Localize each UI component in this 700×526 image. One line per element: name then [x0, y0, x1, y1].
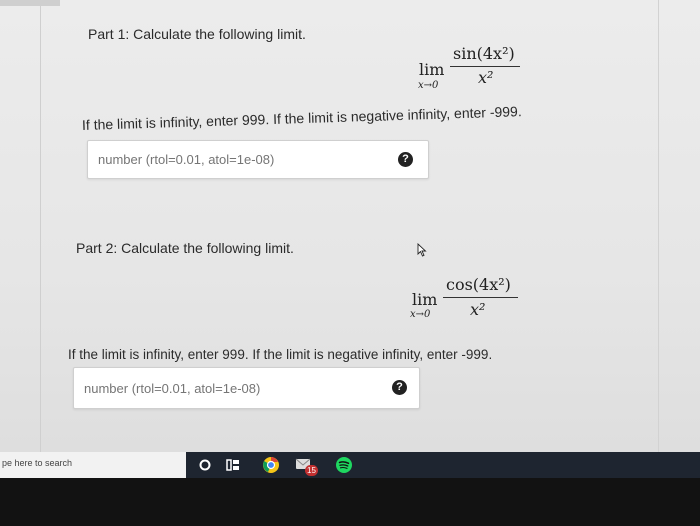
mail-badge: 15 [305, 465, 318, 476]
part2-answer-box: ? [73, 367, 420, 409]
taskbar-search-placeholder: pe here to search [2, 458, 73, 468]
part1-lim: lim [419, 60, 445, 79]
part1-title: Part 1: Calculate the following limit. [88, 26, 306, 42]
monitor-bezel [0, 478, 700, 526]
mail-icon[interactable]: 15 [295, 457, 318, 476]
top-toolbar-strip [0, 0, 60, 6]
taskbar-search-box[interactable]: pe here to search [0, 452, 186, 478]
right-divider [658, 0, 659, 452]
part2-numerator: cos(4x²) [446, 275, 511, 294]
cortana-icon[interactable] [198, 457, 212, 473]
task-view-icon[interactable] [225, 457, 241, 473]
part1-help-icon[interactable]: ? [398, 152, 413, 167]
page: Part 1: Calculate the following limit. l… [0, 0, 700, 452]
part2-answer-input[interactable] [74, 368, 419, 408]
part2-denominator: x² [470, 300, 486, 319]
part2-help-icon[interactable]: ? [392, 380, 407, 395]
part1-fraction-bar [450, 66, 520, 67]
part2-lim-sub: x→0 [410, 309, 431, 320]
part1-numerator: sin(4x²) [453, 44, 515, 63]
taskbar: pe here to search 15 [0, 452, 700, 478]
part2-lim: lim [412, 290, 438, 309]
part2-fraction-bar [443, 297, 518, 298]
mouse-cursor-icon [417, 243, 427, 257]
part1-lim-sub: x→0 [418, 80, 439, 91]
left-divider [40, 0, 41, 452]
chrome-icon[interactable] [262, 456, 280, 474]
part1-answer-box: ? [87, 140, 429, 179]
part1-hint: If the limit is infinity, enter 999. If … [81, 103, 522, 133]
part2-hint: If the limit is infinity, enter 999. If … [68, 347, 493, 362]
spotify-icon[interactable] [335, 456, 353, 474]
part2-title: Part 2: Calculate the following limit. [76, 240, 294, 256]
part1-answer-input[interactable] [88, 141, 428, 178]
part1-denominator: x² [478, 68, 494, 87]
